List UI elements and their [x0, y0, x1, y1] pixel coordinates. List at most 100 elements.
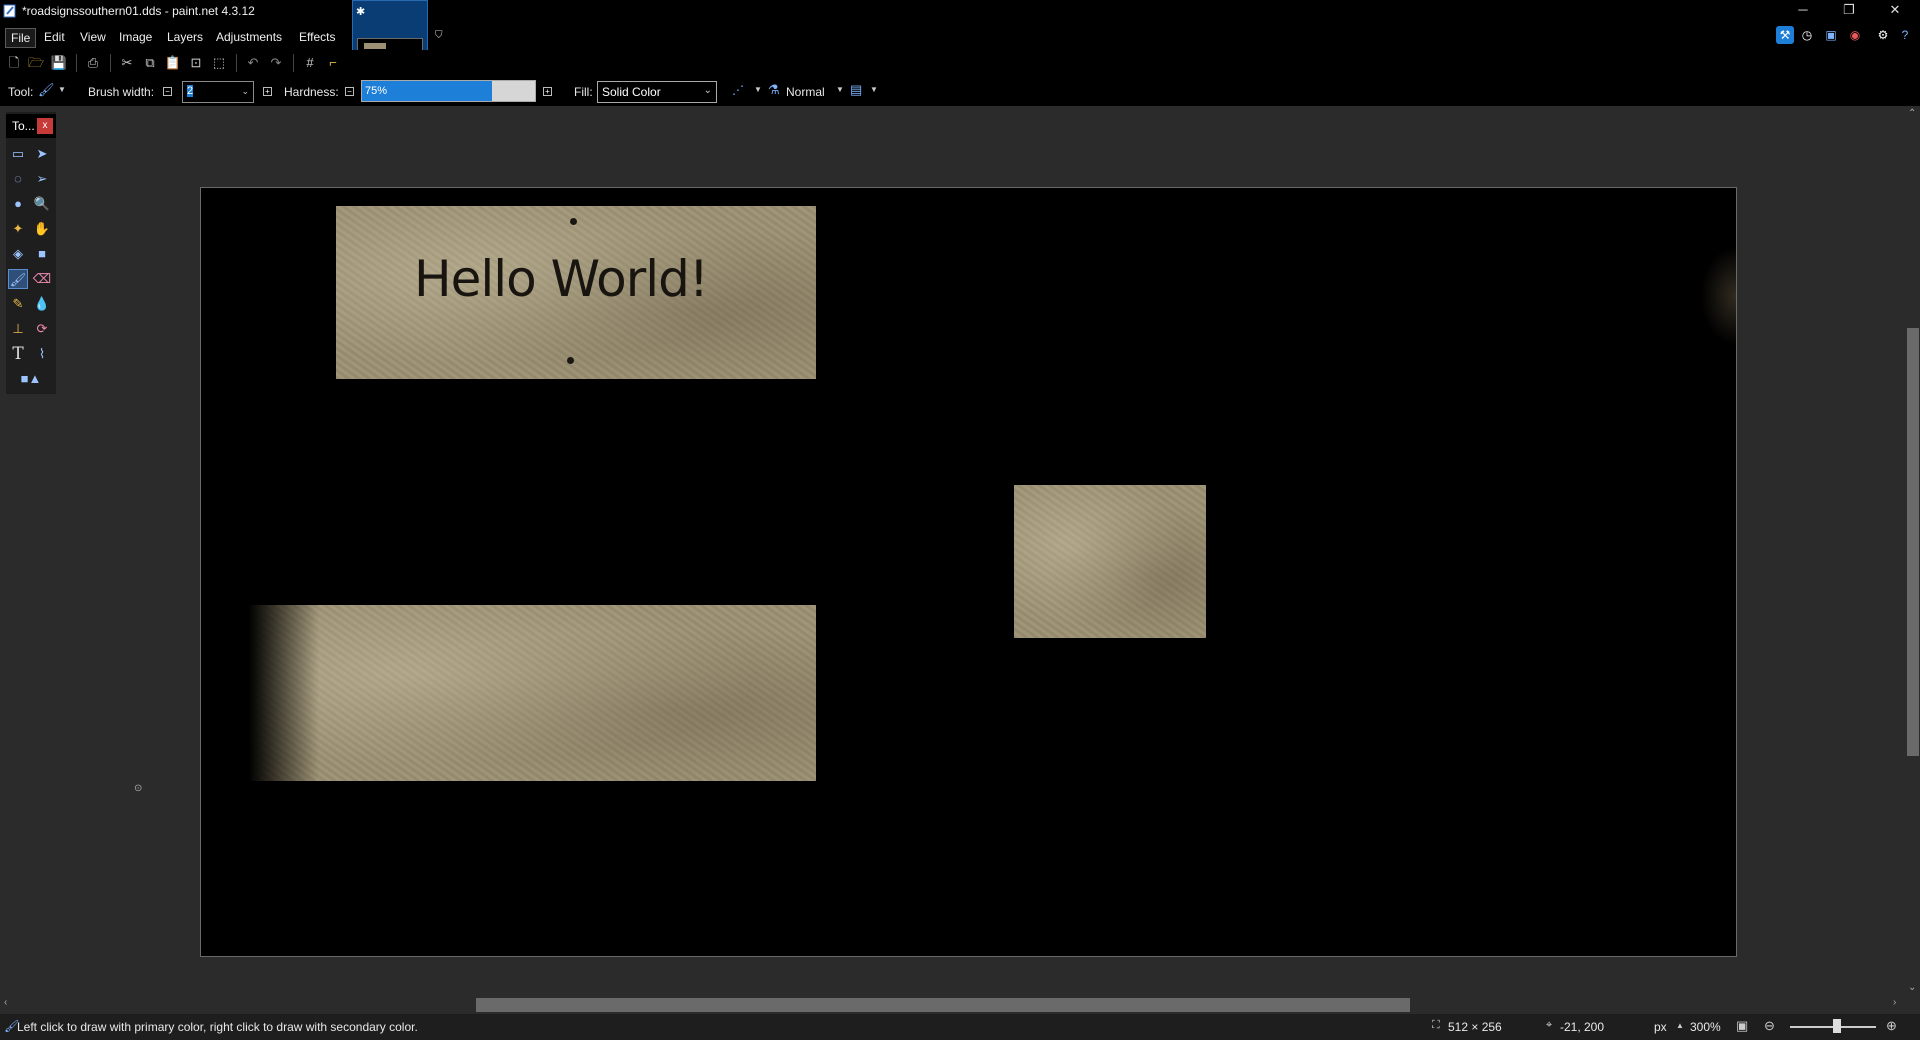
- help-icon[interactable]: ?: [1896, 26, 1914, 44]
- chevron-down-icon[interactable]: ▼: [836, 85, 844, 94]
- undo-icon[interactable]: ↶: [244, 54, 262, 72]
- tools-panel-close-button[interactable]: x: [37, 118, 53, 134]
- pan-tool-icon[interactable]: ✋: [32, 219, 52, 239]
- chevron-down-icon[interactable]: ▼: [754, 85, 762, 94]
- zoom-in-icon[interactable]: ⊕: [1886, 1018, 1897, 1034]
- magic-wand-tool-icon[interactable]: ✦: [8, 219, 28, 239]
- sign-texture-blank-small: [1014, 485, 1206, 638]
- close-window-button[interactable]: ✕: [1872, 0, 1918, 22]
- ellipse-select-tool-icon[interactable]: ●: [8, 194, 28, 214]
- chevron-down-icon[interactable]: ▼: [58, 85, 66, 94]
- menu-file[interactable]: File: [5, 28, 37, 48]
- restore-button[interactable]: ❐: [1826, 0, 1872, 22]
- brush-width-value: 2: [187, 85, 194, 97]
- shapes-tool-icon[interactable]: ■▲: [14, 369, 48, 389]
- paste-icon[interactable]: 📋: [164, 54, 182, 72]
- save-icon[interactable]: 💾: [50, 54, 68, 72]
- zoom-tool-icon[interactable]: 🔍: [32, 194, 52, 214]
- menu-edit[interactable]: Edit: [39, 28, 70, 46]
- brush-width-input[interactable]: 2 ⌄: [182, 81, 254, 103]
- brush-width-label: Brush width:: [88, 85, 155, 99]
- clone-stamp-tool-icon[interactable]: ⊥: [8, 319, 28, 339]
- menu-adjustments[interactable]: Adjustments: [211, 28, 287, 46]
- move-selection-tool-icon[interactable]: ➢: [32, 169, 52, 189]
- text-tool-icon[interactable]: T: [8, 344, 28, 364]
- scroll-down-arrow-icon[interactable]: ⌄: [1908, 982, 1916, 993]
- canvas-texture-edge: [1700, 246, 1736, 346]
- settings-gear-icon[interactable]: ⚙: [1874, 26, 1892, 44]
- copy-icon[interactable]: ⧉: [141, 54, 159, 72]
- paintbrush-tool-icon[interactable]: 🖌: [38, 82, 55, 98]
- status-hint: Left click to draw with primary color, r…: [17, 1020, 418, 1034]
- pixel-grid-icon[interactable]: #: [301, 54, 319, 72]
- open-file-icon[interactable]: 🗁: [27, 54, 45, 72]
- hardness-value: 75%: [365, 85, 388, 97]
- menu-image[interactable]: Image: [114, 28, 157, 46]
- deselect-icon[interactable]: ⬚: [210, 54, 228, 72]
- gradient-tool-icon[interactable]: ■: [32, 244, 52, 264]
- zoom-to-window-icon[interactable]: ▣: [1736, 1018, 1748, 1034]
- hardness-increase-button[interactable]: +: [543, 87, 552, 96]
- hardness-decrease-button[interactable]: −: [345, 87, 354, 96]
- toolbar-separator: [236, 54, 237, 72]
- menu-bar: [0, 24, 1920, 50]
- fill-mode-select[interactable]: Solid Color ⌄: [597, 81, 717, 103]
- cut-icon[interactable]: ✂: [118, 54, 136, 72]
- image-size-icon: ⛶: [1432, 1019, 1440, 1031]
- toolbar-separator: [76, 54, 77, 72]
- brush-width-decrease-button[interactable]: −: [163, 87, 172, 96]
- blend-mode-icon[interactable]: ⚗: [768, 82, 780, 98]
- new-file-icon[interactable]: 🗋: [5, 54, 23, 72]
- tools-window-icon[interactable]: ⚒: [1776, 26, 1794, 44]
- scroll-right-arrow-icon[interactable]: ›: [1893, 997, 1896, 1008]
- rectangle-select-tool-icon[interactable]: ▭: [8, 144, 28, 164]
- history-window-icon[interactable]: ◷: [1798, 26, 1816, 44]
- chevron-down-icon[interactable]: ⌄: [241, 86, 249, 97]
- blend-mode-value[interactable]: Normal: [786, 85, 825, 99]
- recolor-tool-icon[interactable]: ⟳: [32, 319, 52, 339]
- unsaved-indicator-icon: ✱: [356, 6, 366, 18]
- chevron-down-icon[interactable]: ▼: [870, 85, 878, 94]
- cursor-position: -21, 200: [1560, 1020, 1605, 1034]
- tab-list-dropdown-icon[interactable]: ⛉: [435, 30, 443, 41]
- horizontal-scrollbar-thumb[interactable]: [476, 998, 1410, 1012]
- brush-width-increase-button[interactable]: +: [263, 87, 272, 96]
- layers-window-icon[interactable]: ▣: [1822, 26, 1840, 44]
- menu-layers[interactable]: Layers: [162, 28, 208, 46]
- redo-icon[interactable]: ↷: [267, 54, 285, 72]
- main-toolbar: [0, 50, 1920, 78]
- zoom-out-icon[interactable]: ⊖: [1764, 1018, 1775, 1034]
- zoom-slider-thumb[interactable]: [1833, 1019, 1841, 1033]
- scroll-left-arrow-icon[interactable]: ‹: [4, 997, 7, 1008]
- zoom-level[interactable]: 300%: [1690, 1020, 1721, 1034]
- colors-window-icon[interactable]: ◉: [1846, 26, 1864, 44]
- paintbrush-tool-icon[interactable]: 🖌: [8, 269, 28, 289]
- sign-shadow: [249, 605, 319, 781]
- menu-effects[interactable]: Effects: [294, 28, 340, 46]
- vertical-scrollbar-thumb[interactable]: [1907, 328, 1919, 756]
- sign-bolt: [570, 218, 577, 225]
- crop-to-selection-icon[interactable]: ⊡: [187, 54, 205, 72]
- menu-view[interactable]: View: [75, 28, 111, 46]
- color-picker-tool-icon[interactable]: 💧: [32, 294, 52, 314]
- chevron-up-icon[interactable]: ▲: [1676, 1021, 1684, 1030]
- line-curve-tool-icon[interactable]: ⌇: [32, 344, 52, 364]
- paint-bucket-tool-icon[interactable]: ◈: [8, 244, 28, 264]
- fill-mode-value: Solid Color: [602, 85, 661, 99]
- window-title: *roadsignssouthern01.dds - paint.net 4.3…: [22, 4, 255, 18]
- print-icon[interactable]: ⎙: [84, 54, 102, 72]
- units-select[interactable]: px: [1654, 1020, 1667, 1034]
- chevron-down-icon[interactable]: ⌄: [704, 85, 712, 96]
- minimize-button[interactable]: ─: [1780, 0, 1826, 22]
- lasso-select-tool-icon[interactable]: ◌: [8, 169, 28, 189]
- scroll-up-arrow-icon[interactable]: ⌃: [1908, 108, 1916, 119]
- rulers-icon[interactable]: ⌐: [324, 54, 342, 72]
- move-selected-pixels-tool-icon[interactable]: ➤: [32, 144, 52, 164]
- selection-clipping-icon[interactable]: ▤: [850, 82, 862, 98]
- cursor-position-icon: ⌖: [1546, 1019, 1553, 1031]
- image-size: 512 × 256: [1448, 1020, 1502, 1034]
- pencil-tool-icon[interactable]: ✎: [8, 294, 28, 314]
- antialiasing-icon[interactable]: ⋰: [732, 83, 744, 97]
- tool-label: Tool:: [8, 85, 34, 99]
- eraser-tool-icon[interactable]: ⌫: [32, 269, 52, 289]
